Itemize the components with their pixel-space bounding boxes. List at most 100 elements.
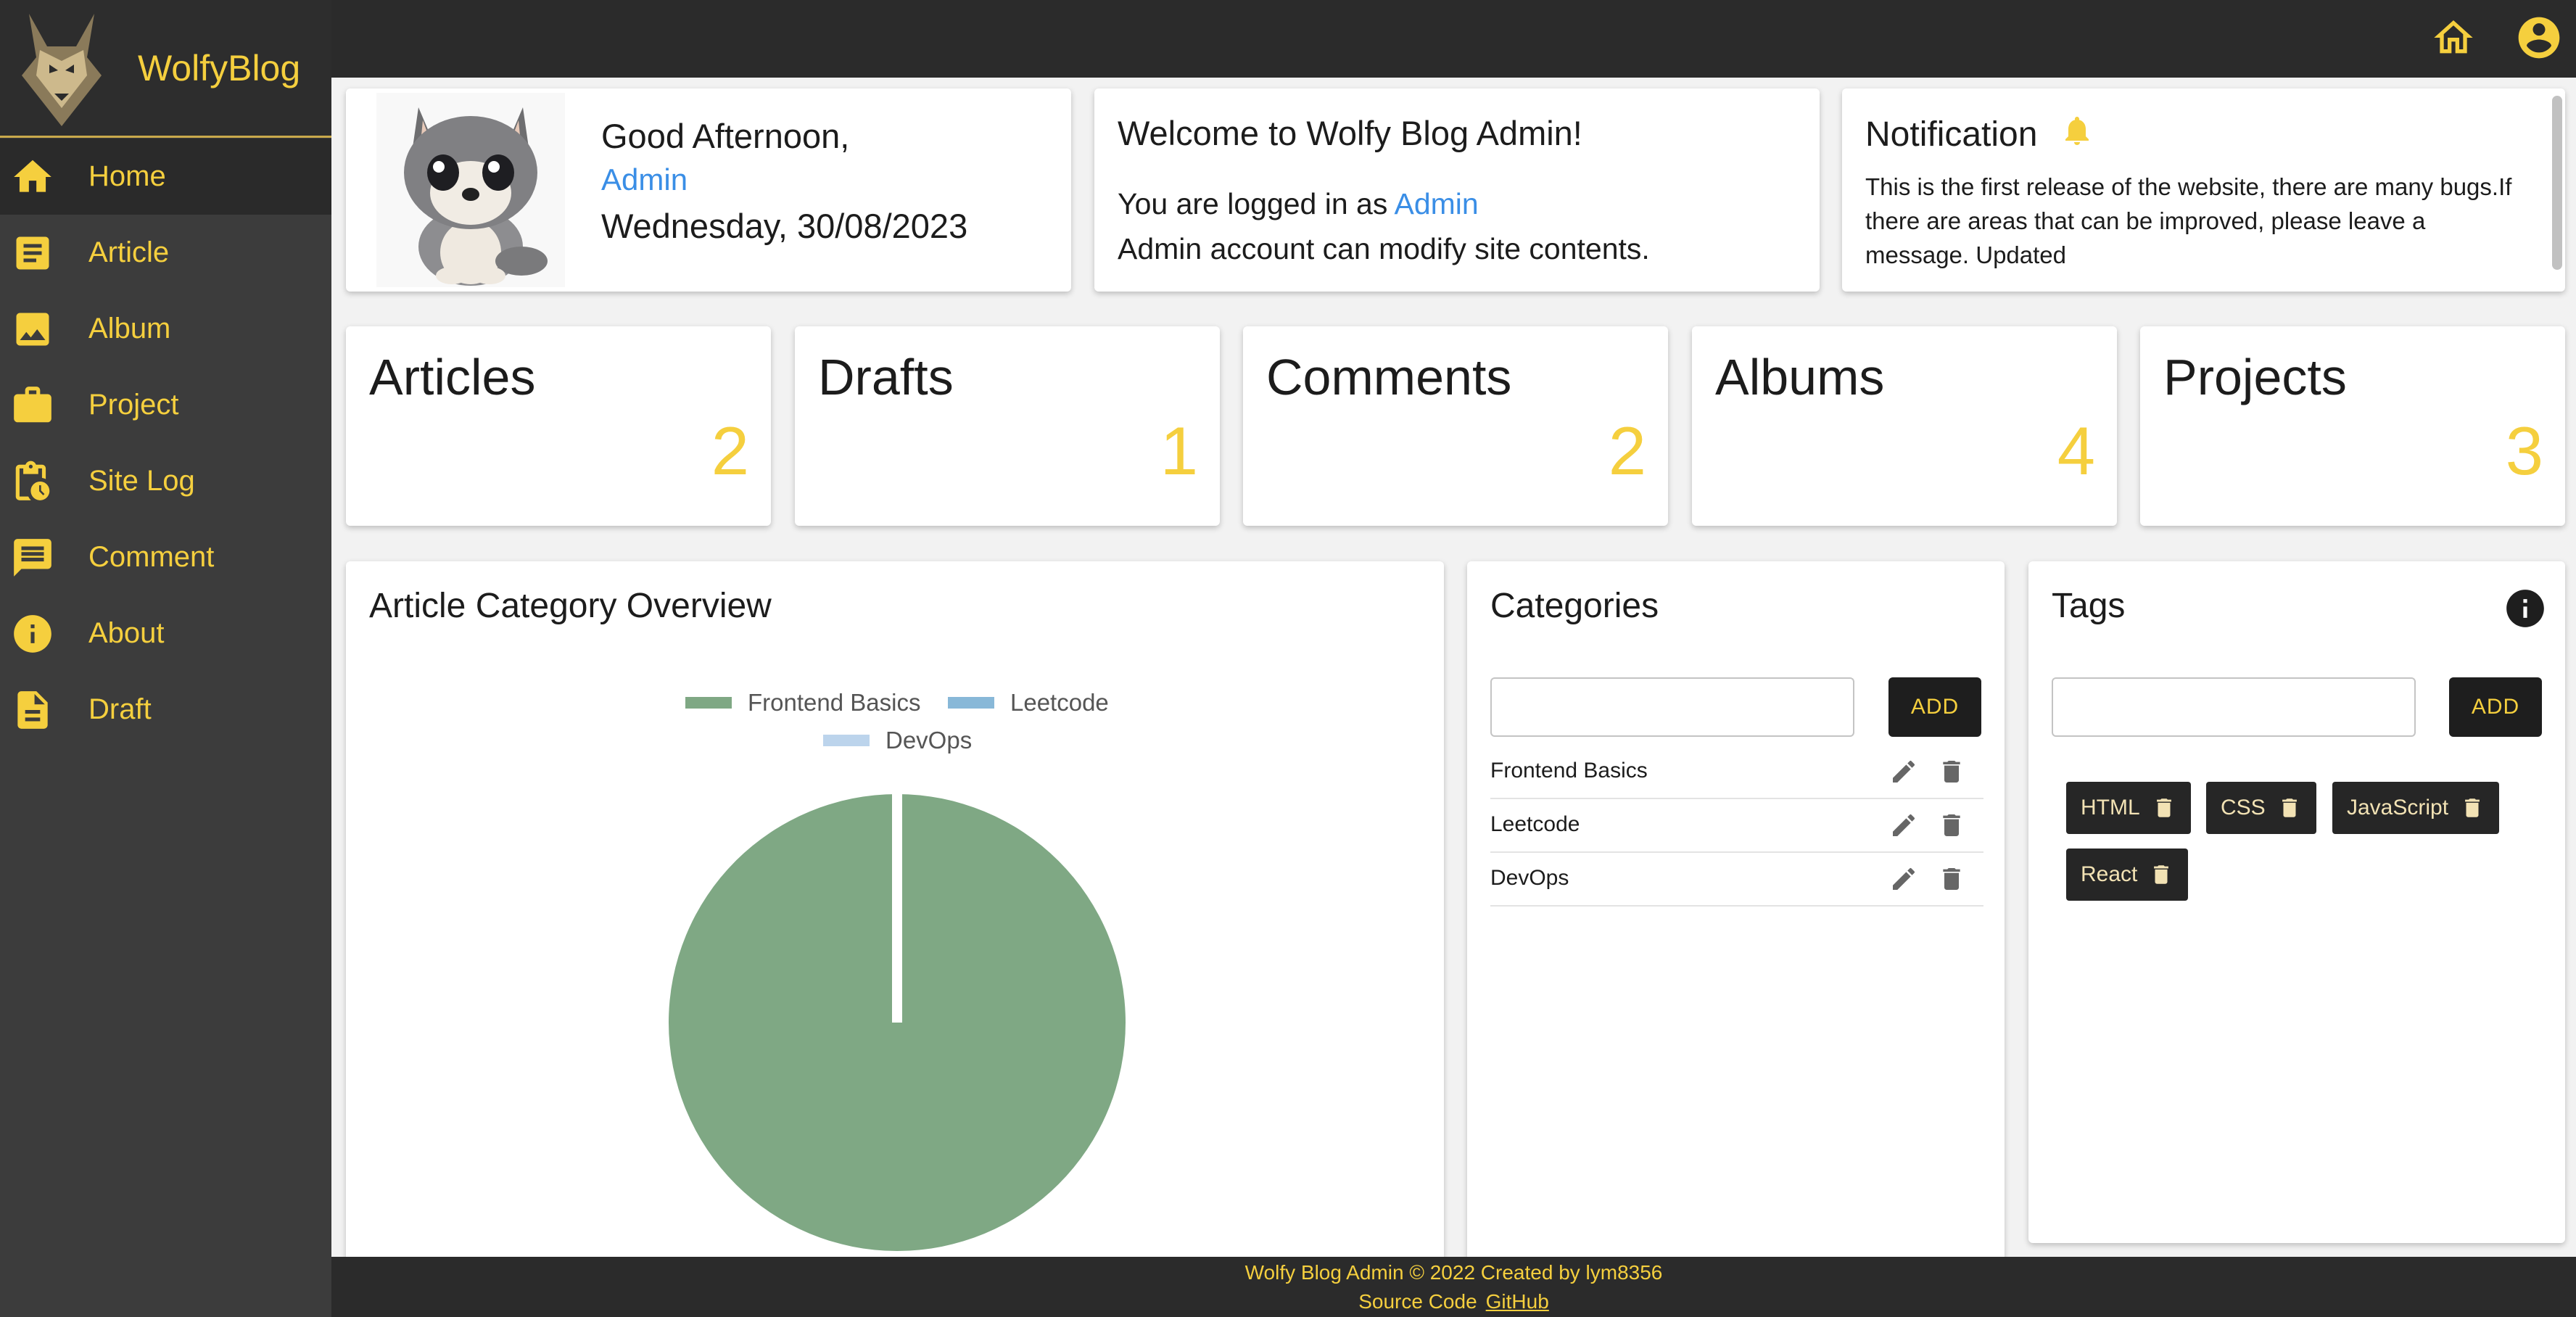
nav-item-article[interactable]: Article: [0, 215, 331, 291]
nav-label: Draft: [88, 693, 152, 725]
stat-card-projects[interactable]: Projects 3: [2140, 326, 2565, 526]
category-input[interactable]: [1490, 677, 1854, 737]
legend-label: Leetcode: [1010, 689, 1109, 716]
admin-note: Admin account can modify site contents.: [1118, 232, 1650, 265]
overview-title: Article Category Overview: [369, 587, 772, 625]
stat-card-comments[interactable]: Comments 2: [1243, 326, 1668, 526]
info-icon[interactable]: [2503, 586, 2548, 631]
nav-label: About: [88, 617, 165, 649]
wolf-logo-icon: [22, 13, 102, 126]
delete-icon[interactable]: [1937, 864, 1966, 893]
edit-icon[interactable]: [1889, 811, 1918, 840]
welcome-title: Welcome to Wolfy Blog Admin!: [1118, 114, 1582, 152]
categories-title: Categories: [1490, 587, 1659, 625]
legend-label: Frontend Basics: [748, 689, 921, 716]
category-name: DevOps: [1490, 866, 1569, 890]
notification-card: Notification This is the first release o…: [1842, 88, 2565, 292]
stat-title: Drafts: [818, 349, 954, 405]
greeting-text: Good Afternoon,: [601, 117, 850, 155]
stat-value: 3: [2505, 413, 2543, 489]
delete-icon[interactable]: [2277, 796, 2302, 820]
tag-label: JavaScript: [2347, 796, 2449, 819]
legend-item[interactable]: DevOps: [823, 727, 972, 754]
categories-panel: Categories ADD Frontend Basics Leetcode …: [1467, 561, 2005, 1287]
stat-card-drafts[interactable]: Drafts 1: [795, 326, 1220, 526]
nav-label: Project: [88, 389, 179, 421]
tag-chip[interactable]: CSS: [2206, 782, 2316, 834]
tag-label: HTML: [2081, 796, 2140, 819]
add-category-button[interactable]: ADD: [1888, 677, 1981, 737]
nav-item-album[interactable]: Album: [0, 291, 331, 367]
tags-panel: Tags ADD HTML CSS JavaScript React: [2028, 561, 2565, 1243]
github-link[interactable]: GitHub: [1486, 1290, 1549, 1313]
delete-icon[interactable]: [2460, 796, 2485, 820]
stat-title: Articles: [369, 349, 536, 405]
tag-chip[interactable]: JavaScript: [2332, 782, 2500, 834]
greeting-card: Good Afternoon, Admin Wednesday, 30/08/2…: [346, 88, 1071, 292]
tag-label: React: [2081, 862, 2138, 886]
category-name: Leetcode: [1490, 812, 1580, 836]
nav-item-draft[interactable]: Draft: [0, 672, 331, 748]
footer-source-label: Source Code: [1358, 1290, 1477, 1313]
draft-icon: [10, 688, 55, 732]
account-circle-icon[interactable]: [2511, 10, 2567, 65]
category-row: DevOps: [1490, 853, 1983, 907]
edit-icon[interactable]: [1889, 864, 1918, 893]
legend-item[interactable]: Frontend Basics: [685, 689, 920, 717]
logged-in-prefix: You are logged in as: [1118, 187, 1388, 220]
tag-chip[interactable]: HTML: [2066, 782, 2191, 834]
legend-label: DevOps: [886, 727, 973, 754]
wolf-avatar: [376, 93, 565, 287]
image-icon: [10, 307, 55, 352]
briefcase-icon: [10, 383, 55, 428]
stat-value: 2: [711, 413, 749, 489]
home-icon: [10, 154, 55, 199]
pie-chart: [669, 794, 1126, 1251]
category-row: Leetcode: [1490, 799, 1983, 853]
bell-icon: [2060, 113, 2094, 152]
notification-scrollbar[interactable]: [2552, 96, 2562, 270]
stat-value: 2: [1608, 413, 1646, 489]
stat-title: Projects: [2163, 349, 2347, 405]
greeting-user: Admin: [601, 162, 688, 197]
delete-icon[interactable]: [1937, 811, 1966, 840]
legend-swatch: [823, 735, 870, 746]
delete-icon[interactable]: [2152, 796, 2176, 820]
notification-text: This is the first release of the website…: [1865, 173, 2512, 268]
tag-chip[interactable]: React: [2066, 849, 2189, 901]
greeting-date: Wednesday, 30/08/2023: [601, 207, 968, 245]
tag-input[interactable]: [2052, 677, 2416, 737]
nav-item-site-log[interactable]: Site Log: [0, 443, 331, 519]
nav-label: Site Log: [88, 465, 195, 497]
stat-title: Comments: [1266, 349, 1512, 405]
nav-label: Album: [88, 313, 171, 344]
legend-swatch: [685, 697, 732, 709]
logged-in-user: Admin: [1394, 187, 1479, 220]
stat-card-albums[interactable]: Albums 4: [1692, 326, 2117, 526]
nav-item-comment[interactable]: Comment: [0, 519, 331, 595]
top-bar: [331, 0, 2576, 78]
comment-icon: [10, 535, 55, 580]
nav-item-about[interactable]: About: [0, 595, 331, 672]
tags-title: Tags: [2052, 587, 2126, 625]
delete-icon[interactable]: [1937, 757, 1966, 786]
add-tag-button[interactable]: ADD: [2449, 677, 2542, 737]
brand-name: WolfyBlog: [138, 47, 301, 88]
nav-label: Home: [88, 160, 166, 192]
footer-copyright: Wolfy Blog Admin © 2022 Created by lym83…: [1244, 1261, 1663, 1284]
stat-value: 1: [1160, 413, 1198, 489]
category-name: Frontend Basics: [1490, 759, 1648, 783]
info-icon: [10, 611, 55, 656]
edit-icon[interactable]: [1889, 757, 1918, 786]
stat-card-articles[interactable]: Articles 2: [346, 326, 771, 526]
nav-item-home[interactable]: Home: [0, 139, 331, 215]
delete-icon[interactable]: [2149, 862, 2174, 887]
tag-label: CSS: [2221, 796, 2266, 819]
footer: Wolfy Blog Admin © 2022 Created by lym83…: [331, 1257, 2576, 1317]
brand: WolfyBlog: [0, 0, 331, 138]
legend-item[interactable]: Leetcode: [948, 689, 1109, 717]
nav-label: Comment: [88, 541, 215, 573]
welcome-card: Welcome to Wolfy Blog Admin! You are log…: [1094, 88, 1820, 292]
nav-item-project[interactable]: Project: [0, 367, 331, 443]
home-icon[interactable]: [2426, 10, 2481, 65]
